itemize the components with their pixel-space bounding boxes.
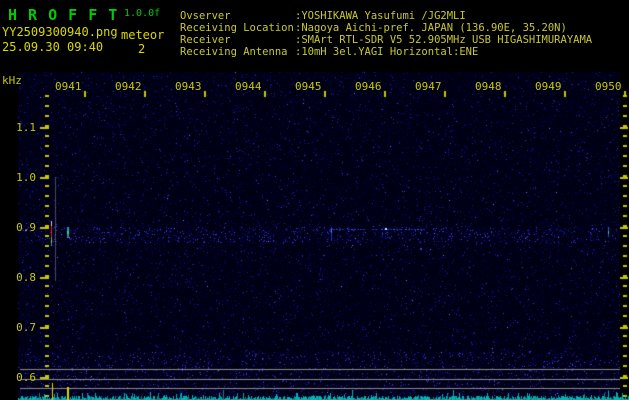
x-tick-label: 0948 xyxy=(475,80,502,93)
mode-label: meteor xyxy=(121,28,165,42)
echo-count: 2 xyxy=(138,42,146,56)
hrofft-window: H R O F F T 1.0.0f YY2509300940.png mete… xyxy=(0,0,629,400)
app-title: H R O F F T xyxy=(8,6,119,24)
x-tick-label: 0944 xyxy=(235,80,262,93)
info-label: Receiving Antenna xyxy=(180,46,288,58)
info-row-location: Receiving Location:Nagoya Aichi-pref. JA… xyxy=(180,22,592,34)
station-info: Ovserver :YOSHIKAWA Yasufumi /JG2MLI Rece… xyxy=(180,10,592,58)
y-axis-unit: kHz xyxy=(2,74,22,87)
info-row-receiver: Receiver :SMArt RTL-SDR V5 52.905MHz USB … xyxy=(180,34,592,46)
info-value: :10mH 3el.YAGI Horizontal:ENE xyxy=(295,46,479,58)
info-row-antenna: Receiving Antenna :10mH 3el.YAGI Horizont… xyxy=(180,46,592,58)
y-tick-label: 1.1 xyxy=(16,121,36,134)
x-tick-label: 0943 xyxy=(175,80,202,93)
x-tick-label: 0947 xyxy=(415,80,442,93)
file-name: YY2509300940.png xyxy=(2,25,118,39)
info-label: Receiver xyxy=(180,34,231,46)
info-row-observer: Ovserver :YOSHIKAWA Yasufumi /JG2MLI xyxy=(180,10,592,22)
info-label: Receiving Location xyxy=(180,22,294,34)
x-tick-label: 0950 xyxy=(595,80,622,93)
y-tick-label: 0.7 xyxy=(16,321,36,334)
y-tick-label: 0.9 xyxy=(16,221,36,234)
y-tick-label: 0.6 xyxy=(16,371,36,384)
y-tick-label: 0.8 xyxy=(16,271,36,284)
info-value: :SMArt RTL-SDR V5 52.905MHz USB HIGASHIM… xyxy=(295,34,593,46)
x-tick-label: 0942 xyxy=(115,80,142,93)
x-tick-label: 0941 xyxy=(55,80,82,93)
info-value: :YOSHIKAWA Yasufumi /JG2MLI xyxy=(295,10,466,22)
info-label: Ovserver xyxy=(180,10,231,22)
app-version: 1.0.0f xyxy=(124,8,161,19)
x-tick-label: 0945 xyxy=(295,80,322,93)
datetime-label: 25.09.30 09:40 xyxy=(2,40,104,54)
info-value: :Nagoya Aichi-pref. JAPAN (136.90E, 35.2… xyxy=(295,22,567,34)
x-tick-label: 0946 xyxy=(355,80,382,93)
spectrogram-canvas xyxy=(0,0,629,400)
y-tick-label: 1.0 xyxy=(16,171,36,184)
x-tick-label: 0949 xyxy=(535,80,562,93)
